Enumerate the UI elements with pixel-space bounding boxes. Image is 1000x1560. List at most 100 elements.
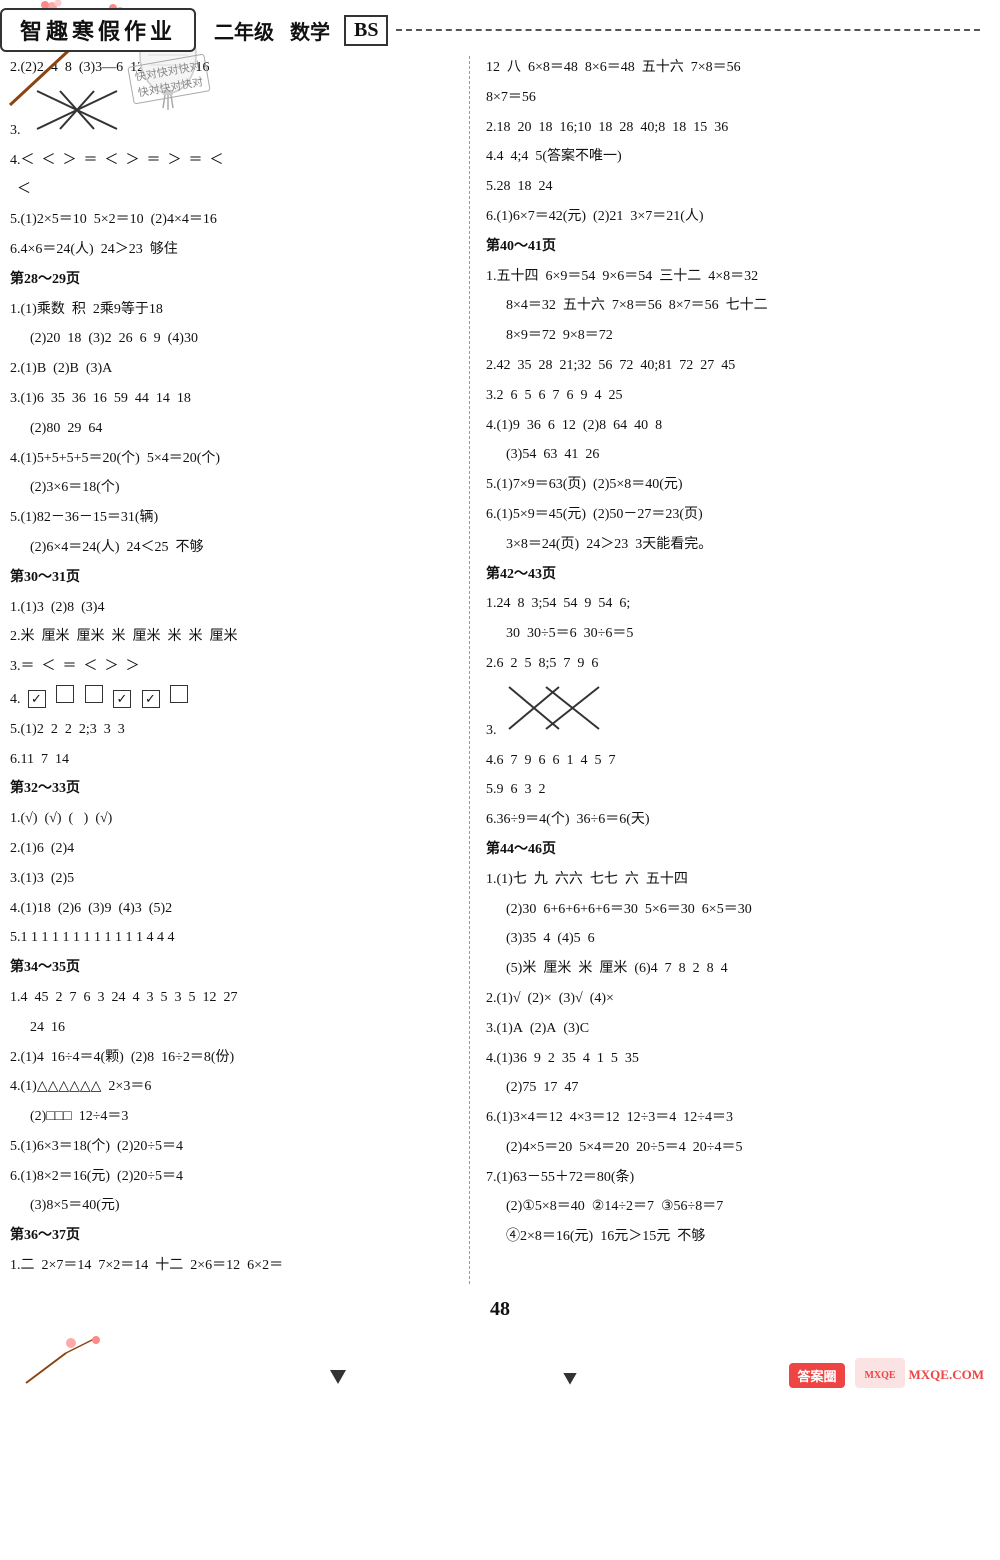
- s42-6: 6.36÷9＝4(个) 36÷6＝6(天): [486, 808, 970, 832]
- footer: 答案圈 MXQE MXQE.COM: [0, 1327, 1000, 1393]
- s28-5: 5.(1)82－36－15＝31(辆): [10, 506, 459, 530]
- s44-7: 7.(1)63－55＋72＝80(条): [486, 1166, 970, 1190]
- s40-6b: 3×8＝24(页) 24＞23 3天能看完。: [486, 533, 970, 557]
- s30-1: 1.(1)3 (2)8 (3)4: [10, 596, 459, 620]
- s40-4b: (3)54 63 41 26: [486, 443, 970, 467]
- s34-2: 2.(1)4 16÷4＝4(颗) (2)8 16÷2＝8(份): [10, 1046, 459, 1070]
- s44-4: 4.(1)36 9 2 35 4 1 5 35: [486, 1047, 970, 1071]
- subject-label: 数学: [290, 16, 330, 45]
- s44-7b: (2)①5×8＝40 ②14÷2＝7 ③56÷8＝7: [486, 1195, 970, 1219]
- checkbox-5: ✓: [142, 690, 160, 708]
- s28-5b: (2)6×4＝24(人) 24＜25 不够: [10, 536, 459, 560]
- s40-6: 6.(1)5×9＝45(元) (2)50－27＝23(页): [486, 503, 970, 527]
- s42-1b: 30 30÷5＝6 30÷6＝5: [486, 622, 970, 646]
- section-34-35: 第34～35页: [10, 956, 459, 980]
- footer-left: [16, 1333, 116, 1393]
- s34-4b: (2)□□□ 12÷4＝3: [10, 1105, 459, 1129]
- s28-1b: (2)20 18 (3)2 26 6 9 (4)30: [10, 327, 459, 351]
- footer-arrow: [326, 1364, 350, 1393]
- s44-1b: (2)30 6+6+6+6+6＝30 5×6＝30 6×5＝30: [486, 898, 970, 922]
- s34-1: 1.4 45 2 7 6 3 24 4 3 5 3 5 12 27: [10, 986, 459, 1010]
- section-30-31: 第30～31页: [10, 566, 459, 590]
- left-column: 2.(2)2 4 8 (3)3—6 12 (4)4 8 16 3. 4.＜ ＜ …: [10, 56, 470, 1284]
- left-line-1: 2.(2)2 4 8 (3)3—6 12 (4)4 8 16: [10, 56, 459, 80]
- book-title: 智趣寒假作业: [0, 8, 196, 52]
- s34-1b: 24 16: [10, 1016, 459, 1040]
- left-line-5: 5.(1)2×5＝10 5×2＝10 (2)4×4＝16: [10, 208, 459, 232]
- s34-6b: (3)8×5＝40(元): [10, 1194, 459, 1218]
- main-content: 2.(2)2 4 8 (3)3—6 12 (4)4 8 16 3. 4.＜ ＜ …: [0, 56, 1000, 1284]
- s42-5: 5.9 6 3 2: [486, 778, 970, 802]
- s30-4: 4. ✓ ✓ ✓: [10, 685, 459, 712]
- s40-1b: 8×4＝32 五十六 7×8＝56 8×7＝56 七十二: [486, 294, 970, 318]
- checkbox-2: [56, 685, 74, 703]
- checkbox-4: ✓: [113, 690, 131, 708]
- s40-2: 2.42 35 28 21;32 56 72 40;81 72 27 45: [486, 354, 970, 378]
- section-44-46: 第44～46页: [486, 838, 970, 862]
- s42-3: 3.: [486, 682, 970, 743]
- s44-4b: (2)75 17 47: [486, 1076, 970, 1100]
- grade-label: 二年级: [214, 16, 274, 45]
- s44-1c: (3)35 4 (4)5 6: [486, 927, 970, 951]
- s34-6: 6.(1)8×2＝16(元) (2)20÷5＝4: [10, 1165, 459, 1189]
- left-line-2: 3.: [10, 86, 459, 143]
- r-line-2: 8×7＝56: [486, 86, 970, 110]
- s42-1: 1.24 8 3;54 54 9 54 6;: [486, 592, 970, 616]
- left-line-4b: ＜: [10, 178, 459, 202]
- s44-6: 6.(1)3×4＝12 4×3＝12 12÷3＝4 12÷4＝3: [486, 1106, 970, 1130]
- s40-1c: 8×9＝72 9×8＝72: [486, 324, 970, 348]
- page-number: 48: [0, 1298, 1000, 1321]
- s42-2: 2.6 2 5 8;5 7 9 6: [486, 652, 970, 676]
- checkbox-6: [170, 685, 188, 703]
- s42-4: 4.6 7 9 6 6 1 4 5 7: [486, 749, 970, 773]
- s32-3: 3.(1)3 (2)5: [10, 867, 459, 891]
- page-header: 智趣寒假作业 二年级 数学 BS: [0, 0, 1000, 56]
- s40-3: 3.2 6 5 6 7 6 9 4 25: [486, 384, 970, 408]
- left-line-6: 6.4×6＝24(人) 24＞23 够住: [10, 238, 459, 262]
- footer-arrow2: [560, 1368, 580, 1393]
- section-28-29: 第28～29页: [10, 268, 459, 292]
- s30-3: 3.＝ ＜ ＝ ＜ ＞ ＞: [10, 655, 459, 679]
- section-40-41: 第40～41页: [486, 235, 970, 259]
- s36-1: 1.二 2×7＝14 7×2＝14 十二 2×6＝12 6×2＝: [10, 1254, 459, 1278]
- s40-4: 4.(1)9 36 6 12 (2)8 64 40 8: [486, 414, 970, 438]
- checkbox-3: [85, 685, 103, 703]
- s32-1: 1.(√) (√) ( ) (√): [10, 807, 459, 831]
- site-url: MXQE.COM: [909, 1367, 984, 1383]
- s30-6: 6.11 7 14: [10, 748, 459, 772]
- s28-2: 2.(1)B (2)B (3)A: [10, 357, 459, 381]
- svg-text:MXQE: MXQE: [864, 1370, 895, 1381]
- s30-5: 5.(1)2 2 2 2;3 3 3: [10, 718, 459, 742]
- r-line-3: 2.18 20 18 16;10 18 28 40;8 18 15 36: [486, 116, 970, 140]
- s44-1: 1.(1)七 九 六六 七七 六 五十四: [486, 868, 970, 892]
- right-column: 12 八 6×8＝48 8×6＝48 五十六 7×8＝56 8×7＝56 2.1…: [470, 56, 970, 1284]
- s40-1: 1.五十四 6×9＝54 9×6＝54 三十二 4×8＝32: [486, 265, 970, 289]
- s44-6b: (2)4×5＝20 5×4＝20 20÷5＝4 20÷4＝5: [486, 1136, 970, 1160]
- section-36-37: 第36～37页: [10, 1224, 459, 1248]
- r-line-6: 6.(1)6×7＝42(元) (2)21 3×7＝21(人): [486, 205, 970, 229]
- edition-label: BS: [344, 15, 388, 46]
- r-line-4: 4.4 4;4 5(答案不唯一): [486, 145, 970, 169]
- s28-1: 1.(1)乘数 积 2乘9等于18: [10, 298, 459, 322]
- answer-logo: 答案圈 MXQE MXQE.COM: [789, 1358, 983, 1393]
- s44-7c: ④2×8＝16(元) 16元＞15元 不够: [486, 1225, 970, 1249]
- s44-3: 3.(1)A (2)A (3)C: [486, 1017, 970, 1041]
- s28-3: 3.(1)6 35 36 16 59 44 14 18: [10, 387, 459, 411]
- r-line-1: 12 八 6×8＝48 8×6＝48 五十六 7×8＝56: [486, 56, 970, 80]
- header-dashes: [396, 29, 980, 31]
- s34-4: 4.(1)△△△△△△ 2×3＝6: [10, 1075, 459, 1099]
- s32-2: 2.(1)6 (2)4: [10, 837, 459, 861]
- s28-3b: (2)80 29 64: [10, 417, 459, 441]
- section-42-43: 第42～43页: [486, 563, 970, 587]
- s40-5: 5.(1)7×9＝63(页) (2)5×8＝40(元): [486, 473, 970, 497]
- s32-5: 5.1 1 1 1 1 1 1 1 1 1 1 1 4 4 4: [10, 926, 459, 950]
- s30-2: 2.米 厘米 厘米 米 厘米 米 米 厘米: [10, 625, 459, 649]
- s32-4: 4.(1)18 (2)6 (3)9 (4)3 (5)2: [10, 897, 459, 921]
- left-line-4: 4.＜ ＜ ＞ ＝ ＜ ＞ ＝ ＞ ＝ ＜: [10, 149, 459, 173]
- s28-4b: (2)3×6＝18(个): [10, 476, 459, 500]
- s28-4: 4.(1)5+5+5+5＝20(个) 5×4＝20(个): [10, 447, 459, 471]
- r-line-5: 5.28 18 24: [486, 175, 970, 199]
- checkbox-1: ✓: [28, 690, 46, 708]
- s44-2: 2.(1)√ (2)× (3)√ (4)×: [486, 987, 970, 1011]
- section-32-33: 第32～33页: [10, 777, 459, 801]
